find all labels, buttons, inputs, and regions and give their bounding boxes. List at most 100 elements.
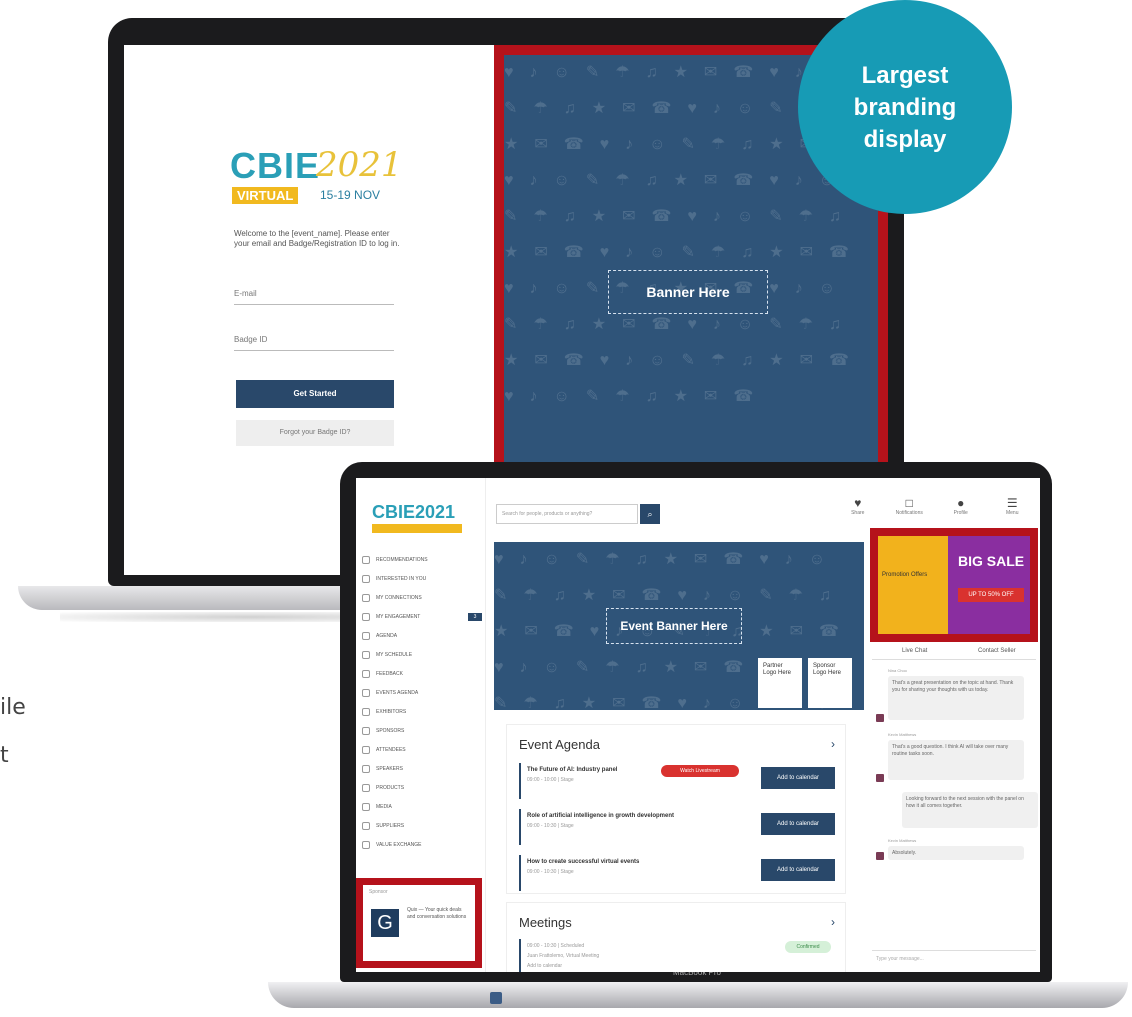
chat-tabs: Live Chat Contact Seller	[872, 646, 1036, 660]
nav-item-label: MY ENGAGEMENT	[376, 613, 421, 620]
meeting-with: Juan Frattolemo, Virtual Meeting	[527, 953, 600, 959]
tab-live-chat[interactable]: Live Chat	[902, 648, 927, 654]
nav-item-icon	[362, 612, 370, 621]
ad-headline: BIG SALE	[958, 553, 1025, 569]
top-bar-item[interactable]: □ Notifications	[891, 496, 927, 516]
top-bar-icon: ●	[957, 496, 965, 510]
nav-item-label: AGENDA	[376, 632, 398, 639]
nav-item-icon	[362, 783, 370, 792]
sidebar-nav-item[interactable]: MY CONNECTIONS	[362, 588, 482, 607]
agenda-row: How to create successful virtual events 0…	[519, 855, 835, 891]
chat-message: That's a good question. I think AI will …	[888, 740, 1024, 780]
event-banner: ♥♪☺✎☂♫★✉☎♥♪☺✎☂♫★✉☎♥♪☺✎☂♫★✉☎♥♪☺✎☂♫★✉☎♥♪☺✎…	[494, 542, 864, 710]
chevron-right-icon[interactable]: ›	[831, 915, 835, 929]
nav-item-icon	[362, 688, 370, 697]
sidebar-nav: RECOMMENDATIONS INTERESTED IN YOU MY CONNE…	[362, 550, 482, 854]
sponsor-text: Quix — Your quick deals and conversation…	[407, 907, 467, 920]
branding-callout: Largest branding display	[798, 0, 1012, 214]
nav-item-icon	[362, 650, 370, 659]
search-input[interactable]: Search for people, products or anything?	[496, 504, 638, 524]
nav-item-icon	[362, 593, 370, 602]
partial-edge-text: t	[0, 743, 9, 768]
sidebar-nav-item[interactable]: SPONSORS	[362, 721, 482, 740]
email-field[interactable]: E-mail	[234, 283, 394, 305]
ad-offer: UP TO 50% OFF	[958, 588, 1024, 602]
banner-placeholder: Banner Here	[608, 270, 768, 314]
sidebar-nav-item[interactable]: AGENDA	[362, 626, 482, 645]
sidebar-nav-item[interactable]: MEDIA	[362, 797, 482, 816]
front-laptop-base	[268, 982, 1128, 1008]
top-bar-icon: □	[905, 496, 913, 510]
chat-sender-name: Nina Choo	[888, 668, 907, 673]
top-bar-item[interactable]: ● Profile	[943, 496, 979, 516]
nav-item-label: INTERESTED IN YOU	[376, 575, 427, 582]
watch-livestream-button[interactable]: Watch Livestream	[661, 765, 739, 777]
nav-item-label: EVENTS AGENDA	[376, 689, 419, 696]
sidebar-nav-item[interactable]: MY SCHEDULE	[362, 645, 482, 664]
cbie-logo: CBIE2021	[372, 502, 456, 522]
top-bar-label: Profile	[953, 510, 968, 516]
avatar	[876, 714, 884, 722]
sidebar-nav-item[interactable]: RECOMMENDATIONS	[362, 550, 482, 569]
top-bar-item[interactable]: ♥ Share	[840, 496, 876, 516]
sidebar-nav-item[interactable]: EXHIBITORS	[362, 702, 482, 721]
meetings-card: Meetings › 09:00 - 10:30 | Scheduled Jua…	[506, 902, 846, 972]
top-bar-icon: ♥	[854, 496, 862, 510]
virtual-badge: VIRTUAL	[232, 187, 299, 204]
sidebar-nav-item[interactable]: INTERESTED IN YOU	[362, 569, 482, 588]
nav-item-label: MY CONNECTIONS	[376, 594, 422, 601]
chevron-right-icon[interactable]: ›	[831, 737, 835, 751]
nav-item-icon	[362, 631, 370, 640]
agenda-row: The Future of AI: Industry panel 09:00 - …	[519, 763, 835, 799]
cbie-logo-text: CBIE	[230, 145, 321, 186]
add-to-calendar-button[interactable]: Add to calendar	[761, 859, 835, 881]
agenda-row: Role of artificial intelligence in growt…	[519, 809, 835, 845]
chat-input[interactable]: Type your message...	[872, 950, 1036, 966]
nav-item-icon	[362, 707, 370, 716]
avatar	[876, 774, 884, 782]
forgot-badge-button[interactable]: Forgot your Badge ID?	[236, 420, 394, 446]
add-to-calendar-button[interactable]: Add to calendar	[761, 813, 835, 835]
add-to-calendar-button[interactable]: Add to calendar	[761, 767, 835, 789]
callout-line: Largest	[861, 62, 949, 89]
sidebar-nav-item[interactable]: VALUE EXCHANGE	[362, 835, 482, 854]
card-title: Event Agenda	[519, 737, 600, 752]
meeting-action[interactable]: Add to calendar	[527, 963, 835, 969]
nav-count-badge: 3	[468, 612, 482, 621]
top-bar-label: Notifications	[895, 510, 923, 516]
top-bar-item[interactable]: ☰ Menu	[994, 496, 1030, 516]
nav-item-label: MEDIA	[376, 803, 392, 810]
search-button[interactable]: ⌕	[640, 504, 660, 524]
chat-message: That's a great presentation on the topic…	[888, 676, 1024, 720]
tab-contact-seller[interactable]: Contact Seller	[978, 648, 1016, 654]
sidebar-nav-item[interactable]: PRODUCTS	[362, 778, 482, 797]
sidebar-nav-item[interactable]: MY ENGAGEMENT 3	[362, 607, 482, 626]
sidebar-sponsor-ad[interactable]: Sponsor G Quix — Your quick deals and co…	[356, 878, 482, 968]
sidebar-ad-banner[interactable]: Promotion Offers BIG SALE UP TO 50% OFF	[870, 528, 1038, 642]
nav-item-label: SUPPLIERS	[376, 822, 405, 829]
partial-edge-text: ile	[0, 695, 26, 720]
nav-item-icon	[362, 726, 370, 735]
nav-item-label: PRODUCTS	[376, 784, 405, 791]
search-icon: ⌕	[647, 509, 653, 519]
partner-logo-box: Partner Logo Here	[758, 658, 802, 708]
top-bar-label: Menu	[1005, 510, 1019, 516]
nav-item-icon	[362, 821, 370, 830]
nav-item-icon	[362, 574, 370, 583]
sidebar-nav-item[interactable]: ATTENDEES	[362, 740, 482, 759]
callout-line: branding	[853, 94, 957, 121]
dock-icon	[490, 992, 502, 1004]
logo-virtual-strip	[372, 524, 462, 533]
sidebar-nav-item[interactable]: FEEDBACK	[362, 664, 482, 683]
badge-id-field[interactable]: Badge ID	[234, 329, 394, 351]
event-agenda-card: Event Agenda › The Future of AI: Industr…	[506, 724, 846, 894]
top-bar-label: Share	[851, 510, 865, 516]
card-title: Meetings	[519, 915, 572, 930]
get-started-button[interactable]: Get Started	[236, 380, 394, 408]
event-dates: 15-19 NOV	[320, 188, 381, 202]
sidebar: CBIE2021 RECOMMENDATIONS INTERESTED IN YO…	[356, 478, 486, 972]
sponsor-logo-box: Sponsor Logo Here	[808, 658, 852, 708]
sidebar-nav-item[interactable]: SUPPLIERS	[362, 816, 482, 835]
sidebar-nav-item[interactable]: SPEAKERS	[362, 759, 482, 778]
sidebar-nav-item[interactable]: EVENTS AGENDA	[362, 683, 482, 702]
